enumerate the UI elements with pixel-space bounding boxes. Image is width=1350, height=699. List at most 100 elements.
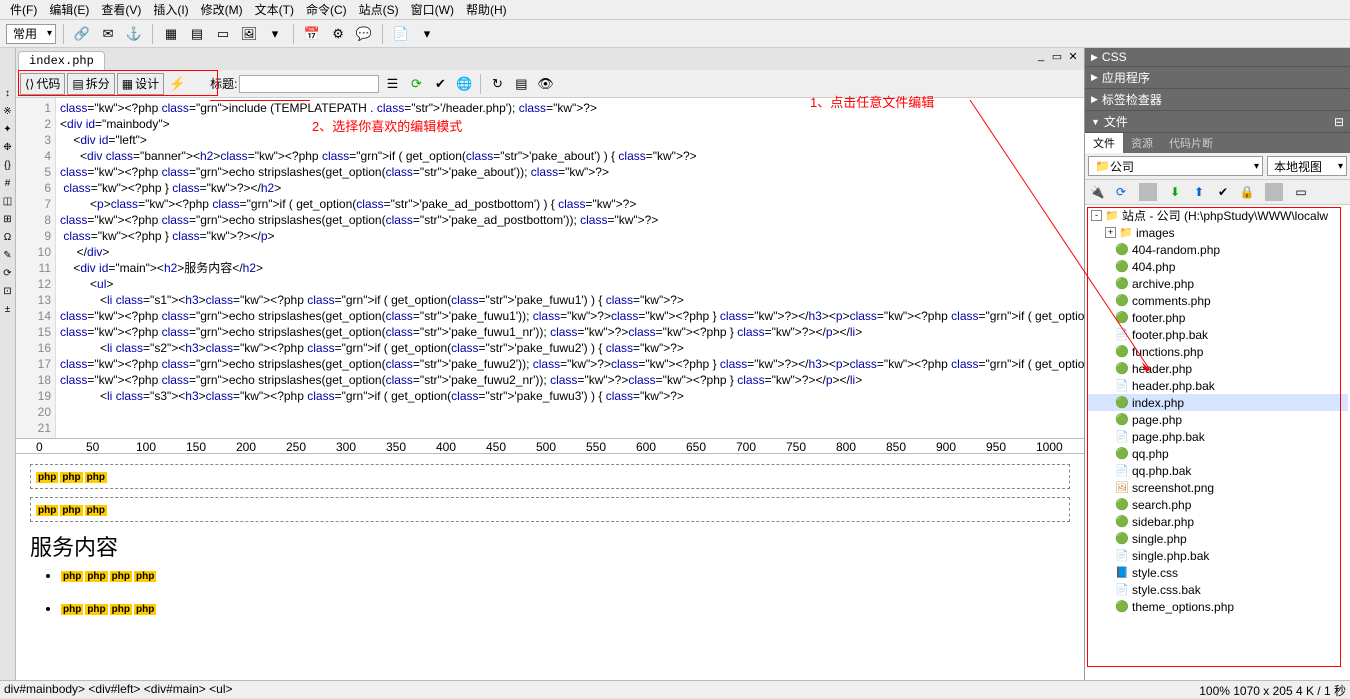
tree-file[interactable]: 📘 style.css xyxy=(1087,564,1348,581)
menu-item[interactable]: 帮助(H) xyxy=(460,0,513,20)
refresh-icon[interactable]: ⟳ xyxy=(1112,183,1130,201)
expand-icon[interactable]: ▭ xyxy=(1292,183,1310,201)
tb-date-icon[interactable]: 📅 xyxy=(301,23,323,45)
strip-btn[interactable]: ⊡ xyxy=(1,286,15,300)
document-toolbar: ⟨⟩ 代码 ▤ 拆分 ▦ 设计 ⚡ 标题: ☰ ⟳ ✔ 🌐 ↻ ▤ 👁 xyxy=(16,70,1084,98)
menu-item[interactable]: 插入(I) xyxy=(147,0,194,20)
live-view-icon[interactable]: ⚡ xyxy=(166,73,188,95)
tree-file[interactable]: 🟢 page.php xyxy=(1087,411,1348,428)
strip-btn[interactable]: Ω xyxy=(1,232,15,246)
strip-btn[interactable]: ❉ xyxy=(1,142,15,156)
site-combo[interactable]: 📁 公司 xyxy=(1088,156,1263,176)
tree-file[interactable]: 🟢 comments.php xyxy=(1087,292,1348,309)
tree-file[interactable]: 📄 footer.php.bak xyxy=(1087,326,1348,343)
restore-icon[interactable]: ▭ xyxy=(1050,50,1064,64)
strip-btn[interactable]: ± xyxy=(1,304,15,318)
panel-tag[interactable]: ▶标签检查器 xyxy=(1085,89,1350,111)
design-heading: 服务内容 xyxy=(30,530,1070,562)
strip-btn[interactable]: ✦ xyxy=(1,124,15,138)
tree-file[interactable]: 🟢 single.php xyxy=(1087,530,1348,547)
strip-btn[interactable]: ⊞ xyxy=(1,214,15,228)
docbar-check-icon[interactable]: ✔ xyxy=(429,73,451,95)
tree-file[interactable]: 🟢 404-random.php xyxy=(1087,241,1348,258)
menu-item[interactable]: 修改(M) xyxy=(195,0,249,20)
checkout-icon[interactable]: ✔ xyxy=(1214,183,1232,201)
tree-file[interactable]: 🟢 search.php xyxy=(1087,496,1348,513)
code-view-button[interactable]: ⟨⟩ 代码 xyxy=(20,73,65,95)
tb-table-icon[interactable]: ▦ xyxy=(160,23,182,45)
files-tab[interactable]: 代码片断 xyxy=(1161,133,1221,153)
docbar-refresh-icon[interactable]: ↻ xyxy=(486,73,508,95)
design-view[interactable]: phpphpphp phpphpphp 服务内容 phpphpphpphp ph… xyxy=(16,454,1084,698)
file-tab[interactable]: index.php xyxy=(18,51,105,70)
strip-btn[interactable]: # xyxy=(1,178,15,192)
tree-file[interactable]: 🟢 functions.php xyxy=(1087,343,1348,360)
menu-item[interactable]: 查看(V) xyxy=(95,0,147,20)
docbar-options-icon[interactable]: ▤ xyxy=(510,73,532,95)
connect-icon[interactable]: 🔌 xyxy=(1088,183,1106,201)
files-tab[interactable]: 文件 xyxy=(1085,133,1123,153)
strip-btn[interactable]: ✎ xyxy=(1,250,15,264)
tb-templates-icon[interactable]: 📄 xyxy=(390,23,412,45)
menu-item[interactable]: 文本(T) xyxy=(249,0,300,20)
tb-layout-icon[interactable]: ▤ xyxy=(186,23,208,45)
tree-file[interactable]: 🟢 qq.php xyxy=(1087,445,1348,462)
tree-file[interactable]: 🟢 archive.php xyxy=(1087,275,1348,292)
tree-file[interactable]: 📄 single.php.bak xyxy=(1087,547,1348,564)
tree-file[interactable]: 🟢 footer.php xyxy=(1087,309,1348,326)
menu-item[interactable]: 窗口(W) xyxy=(405,0,460,20)
docbar-visual-icon[interactable]: 👁 xyxy=(534,73,556,95)
tree-file[interactable]: 🟢 sidebar.php xyxy=(1087,513,1348,530)
strip-btn[interactable]: ◫ xyxy=(1,196,15,210)
tree-file[interactable]: 🖼 screenshot.png xyxy=(1087,479,1348,496)
panel-files[interactable]: ▼文件⊟ xyxy=(1085,111,1350,133)
title-input[interactable] xyxy=(239,75,379,93)
strip-btn[interactable]: ↕ xyxy=(1,88,15,102)
panel-css[interactable]: ▶CSS xyxy=(1085,48,1350,67)
docbar-globe-icon[interactable]: 🌐 xyxy=(453,73,475,95)
tree-file[interactable]: 📄 qq.php.bak xyxy=(1087,462,1348,479)
tree-file[interactable]: 📄 page.php.bak xyxy=(1087,428,1348,445)
tb-comment-icon[interactable]: 💬 xyxy=(353,23,375,45)
tag-path[interactable]: div#mainbody> <div#left> <div#main> <ul> xyxy=(4,682,233,697)
tb-div-icon[interactable]: ▭ xyxy=(212,23,234,45)
tree-site-root[interactable]: - 📁 站点 - 公司 (H:\phpStudy\WWW\localw xyxy=(1087,207,1348,224)
view-combo[interactable]: 本地视图 xyxy=(1267,156,1347,176)
tree-file[interactable]: 📄 header.php.bak xyxy=(1087,377,1348,394)
tree-file[interactable]: + 📁 images xyxy=(1087,224,1348,241)
get-icon[interactable]: ⬇ xyxy=(1166,183,1184,201)
tb-anchor-icon[interactable]: ⚓ xyxy=(123,23,145,45)
checkin-icon[interactable]: 🔒 xyxy=(1238,183,1256,201)
insert-combo[interactable]: 常用 xyxy=(6,24,56,44)
docbar-btn[interactable]: ⟳ xyxy=(405,73,427,95)
tree-file[interactable]: 🟢 theme_options.php xyxy=(1087,598,1348,615)
put-icon[interactable]: ⬆ xyxy=(1190,183,1208,201)
menu-item[interactable]: 件(F) xyxy=(4,0,43,20)
tree-file[interactable]: 🟢 header.php xyxy=(1087,360,1348,377)
menu-item[interactable]: 编辑(E) xyxy=(43,0,95,20)
close-icon[interactable]: ✕ xyxy=(1066,50,1080,64)
minimize-icon[interactable]: _ xyxy=(1034,50,1048,64)
tb-email-icon[interactable]: ✉ xyxy=(97,23,119,45)
panel-app[interactable]: ▶应用程序 xyxy=(1085,67,1350,89)
tb-server-icon[interactable]: ⚙ xyxy=(327,23,349,45)
menu-item[interactable]: 命令(C) xyxy=(300,0,353,20)
tree-file[interactable]: 📄 style.css.bak xyxy=(1087,581,1348,598)
strip-btn[interactable]: {} xyxy=(1,160,15,174)
code-editor[interactable]: 123456789101112131415161718192021 class=… xyxy=(16,98,1084,438)
split-view-button[interactable]: ▤ 拆分 xyxy=(67,73,114,95)
tb-hyperlink-icon[interactable]: 🔗 xyxy=(71,23,93,45)
tree-file[interactable]: 🟢 index.php xyxy=(1087,394,1348,411)
strip-btn[interactable]: ⟳ xyxy=(1,268,15,282)
docbar-btn[interactable]: ☰ xyxy=(381,73,403,95)
tb-media-icon[interactable]: ▾ xyxy=(264,23,286,45)
file-tree[interactable]: - 📁 站点 - 公司 (H:\phpStudy\WWW\localw+ 📁 i… xyxy=(1085,205,1350,698)
menu-item[interactable]: 站点(S) xyxy=(353,0,405,20)
files-tab[interactable]: 资源 xyxy=(1123,133,1161,153)
tree-file[interactable]: 🟢 404.php xyxy=(1087,258,1348,275)
design-view-button[interactable]: ▦ 设计 xyxy=(117,73,164,95)
tb-image-icon[interactable]: 🖼 xyxy=(238,23,260,45)
tb-more-icon[interactable]: ▾ xyxy=(416,23,438,45)
strip-btn[interactable]: ※ xyxy=(1,106,15,120)
code-body[interactable]: class="kw"><?php class="grn">include (TE… xyxy=(56,98,1084,438)
